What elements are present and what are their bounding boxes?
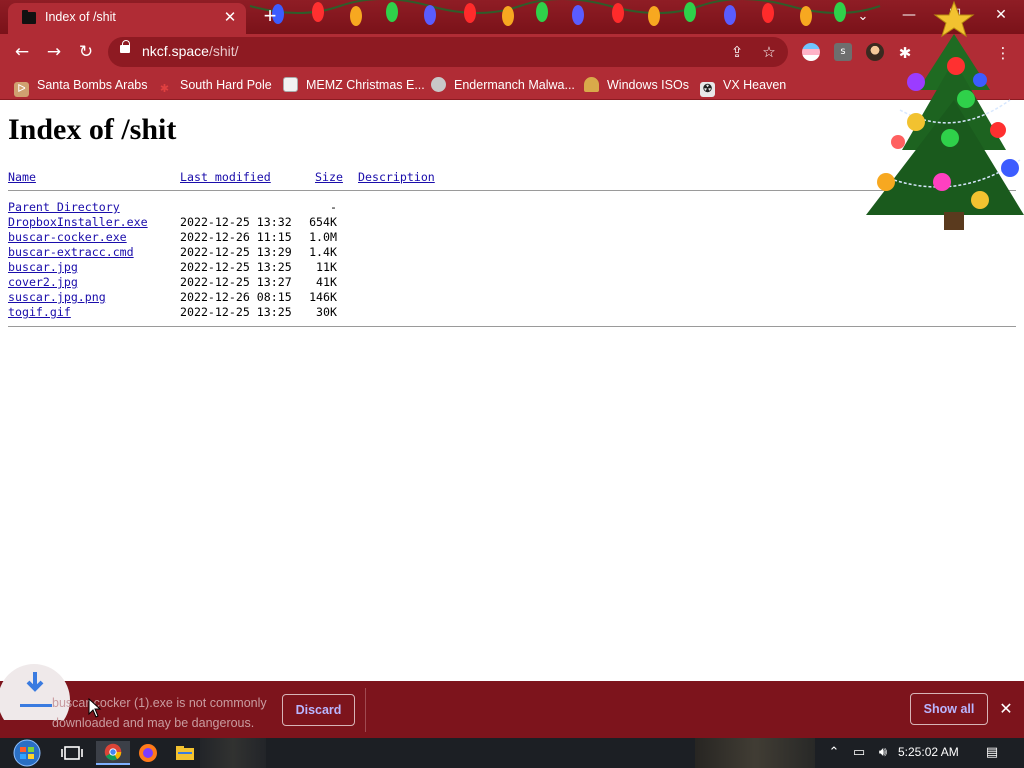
forward-arrow-icon[interactable]: → [40, 38, 68, 66]
taskbar-clock[interactable]: 5:25:02 AM [898, 745, 959, 759]
vx-icon: ☢ [700, 82, 715, 97]
share-icon[interactable]: ⇪ [726, 41, 748, 63]
notifications-icon[interactable]: ▤ [982, 744, 1002, 762]
file-size: 146K [309, 290, 337, 304]
column-header-last-modified[interactable]: Last modified [180, 170, 271, 184]
show-all-button[interactable]: Show all [910, 693, 988, 725]
file-modified: 2022-12-25 13:25 [180, 260, 292, 274]
mouse-cursor-icon [88, 698, 102, 718]
parent-directory-link[interactable]: Parent Directory [8, 200, 120, 214]
file-modified: 2022-12-25 13:32 [180, 215, 292, 229]
file-link[interactable]: DropboxInstaller.exe [8, 215, 148, 229]
file-size: 41K [316, 275, 337, 289]
file-size: 654K [309, 215, 337, 229]
tray-overflow-chevron-icon[interactable]: ⌃ [826, 744, 842, 762]
file-link[interactable]: buscar-extracc.cmd [8, 245, 134, 259]
new-tab-button[interactable]: + [258, 5, 282, 29]
taskbar-background-blur [695, 738, 815, 768]
raccoon-icon [431, 77, 446, 92]
trans-flag-extension-icon[interactable] [802, 43, 820, 61]
address-bar[interactable]: nkcf.space/shit/ ⇪ ☆ [108, 37, 788, 67]
file-size: 30K [316, 305, 337, 319]
browser-window: Index of /shit ✕ + ⌄ — ☐ ✕ ← → ↻ nkcf.sp… [0, 0, 1024, 768]
download-warning-line2: downloaded and may be dangerous. [52, 716, 255, 730]
footer-divider [8, 326, 1016, 327]
close-shelf-icon[interactable]: ✕ [996, 698, 1016, 720]
file-link[interactable]: cover2.jpg [8, 275, 78, 289]
url-host: nkcf.space [142, 43, 209, 59]
lock-icon[interactable] [120, 40, 130, 53]
file-size: 1.0M [309, 230, 337, 244]
volume-icon[interactable]: 🔊︎ [873, 744, 893, 762]
file-modified: 2022-12-25 13:25 [180, 305, 292, 319]
taskbar-background-blur [200, 738, 266, 768]
santa-icon: ᐅ [14, 82, 29, 97]
file-link[interactable]: suscar.jpg.png [8, 290, 106, 304]
bookmark-label: South Hard Pole [180, 78, 272, 92]
column-header-size[interactable]: Size [315, 170, 343, 184]
bookmark-label: MEMZ Christmas E... [306, 78, 425, 92]
bookmark-vx-heaven[interactable]: ☢ VX Heaven [700, 75, 787, 97]
reload-icon[interactable]: ↻ [72, 38, 100, 66]
active-tab[interactable]: Index of /shit ✕ [8, 3, 246, 34]
start-orb-icon[interactable] [10, 738, 44, 768]
discard-button[interactable]: Discard [282, 694, 355, 726]
file-link[interactable]: buscar-cocker.exe [8, 230, 127, 244]
file-modified: 2022-12-26 08:15 [180, 290, 292, 304]
bookmark-star-icon[interactable]: ☆ [758, 41, 780, 63]
file-modified: 2022-12-25 13:29 [180, 245, 292, 259]
chrome-icon [104, 743, 122, 761]
bookmark-endermanch-malware[interactable]: Endermanch Malwa... [431, 75, 575, 95]
column-header-name[interactable]: Name [8, 170, 36, 184]
s-extension-icon[interactable]: s [834, 43, 852, 61]
table-row: cover2.jpg 2022-12-25 13:27 41K [0, 275, 1016, 290]
shelf-divider [365, 688, 366, 732]
image-icon [283, 77, 298, 92]
page-title: Index of /shit [8, 113, 177, 146]
folder-icon [22, 10, 36, 24]
download-warning-line1: buscar-cocker (1).exe is not commonly [52, 696, 267, 710]
snowflake-icon: ✱ [159, 83, 170, 95]
url-text[interactable]: nkcf.space/shit/ [142, 43, 239, 59]
bookmark-label: VX Heaven [723, 78, 787, 92]
christmas-tree-decoration [866, 0, 1024, 230]
file-link[interactable]: togif.gif [8, 305, 71, 319]
task-view-icon[interactable] [57, 741, 87, 765]
elf-icon [584, 77, 599, 92]
bookmark-santa-bombs-arabs[interactable]: ᐅ Santa Bombs Arabs [14, 75, 148, 97]
table-row: buscar-extracc.cmd 2022-12-25 13:29 1.4K [0, 245, 1016, 260]
file-modified: 2022-12-26 11:15 [180, 230, 292, 244]
bookmark-memz-christmas[interactable]: MEMZ Christmas E... [283, 75, 425, 95]
file-size: 11K [316, 260, 337, 274]
chrome-taskbar-button[interactable] [96, 741, 130, 765]
download-warning-text: buscar-cocker (1).exe is not commonly do… [52, 693, 282, 733]
file-modified: 2022-12-25 13:27 [180, 275, 292, 289]
file-size: 1.4K [309, 245, 337, 259]
tab-close-icon[interactable]: ✕ [220, 7, 240, 27]
file-explorer-icon[interactable] [170, 741, 200, 765]
tab-title: Index of /shit [45, 10, 116, 24]
table-row: togif.gif 2022-12-25 13:25 30K [0, 305, 1016, 320]
network-icon[interactable]: ▭ [849, 744, 869, 762]
table-row: buscar.jpg 2022-12-25 13:25 11K [0, 260, 1016, 275]
back-arrow-icon[interactable]: ← [8, 38, 36, 66]
bookmark-label: Santa Bombs Arabs [37, 78, 148, 92]
bookmark-label: Windows ISOs [607, 78, 689, 92]
file-link[interactable]: buscar.jpg [8, 260, 78, 274]
column-header-description[interactable]: Description [358, 170, 435, 184]
firefox-icon[interactable] [133, 741, 163, 765]
windows-taskbar: ⌃ ▭ 🔊︎ 5:25:02 AM ▤ [0, 738, 1024, 768]
url-path: /shit/ [208, 43, 239, 59]
bookmark-label: Endermanch Malwa... [454, 78, 575, 92]
file-size: - [330, 200, 337, 214]
bookmark-windows-isos[interactable]: Windows ISOs [584, 75, 689, 95]
bookmark-south-hard-pole[interactable]: ✱ South Hard Pole [157, 75, 272, 95]
table-row: suscar.jpg.png 2022-12-26 08:15 146K [0, 290, 1016, 305]
